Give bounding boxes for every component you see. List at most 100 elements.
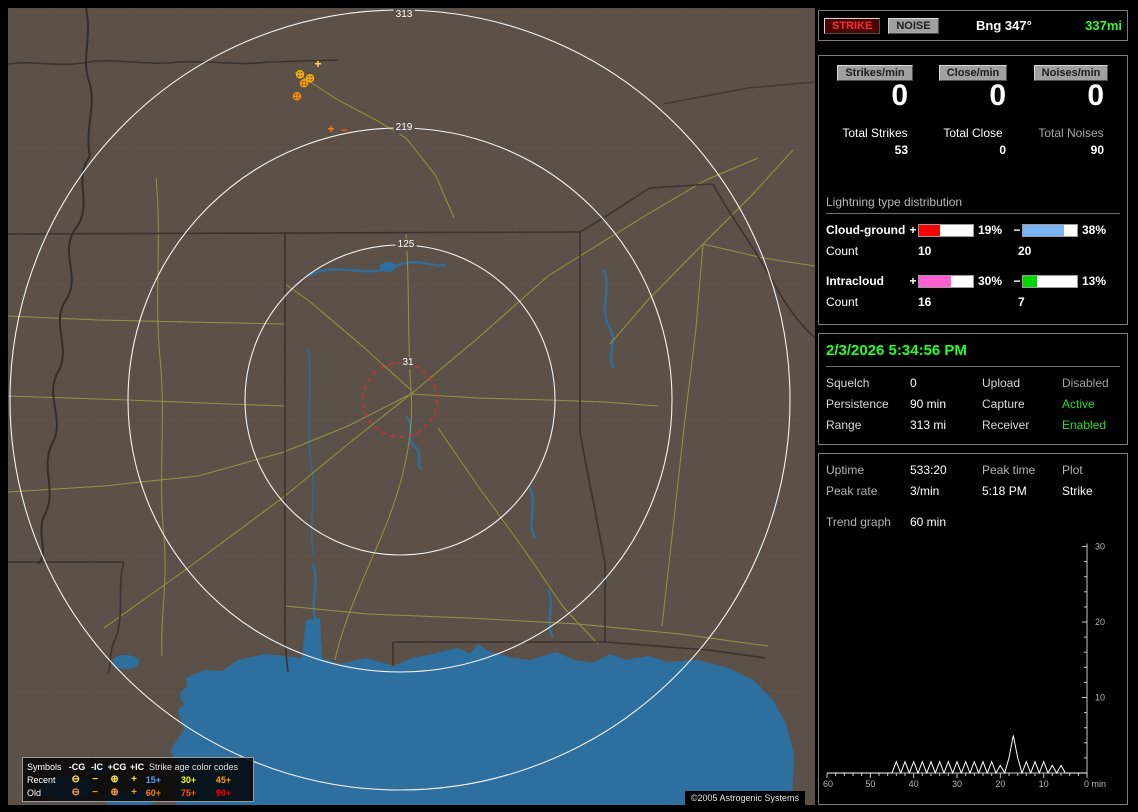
- receiver-status: Enabled: [1062, 418, 1107, 432]
- strikes-per-min-value: 0: [891, 79, 908, 112]
- svg-text:40: 40: [909, 779, 919, 789]
- legend-col-header: -CG: [68, 761, 86, 772]
- cg-plus-icon: ⊕: [110, 786, 119, 798]
- uptime-value: 533:20: [910, 463, 947, 477]
- range-ring-label: 31: [400, 357, 416, 369]
- svg-text:0 min: 0 min: [1084, 779, 1106, 789]
- plus-sign: +: [909, 274, 917, 288]
- ic-plus-icon: +: [131, 773, 137, 785]
- range-ring-label: 219: [393, 122, 415, 134]
- noise-mode-button[interactable]: NOISE: [888, 17, 939, 34]
- plot-value: Strike: [1062, 484, 1093, 498]
- capture-label: Capture: [982, 397, 1025, 411]
- bearing-value: Bng 347°: [976, 18, 1032, 33]
- ic-plus-pct: 30%: [978, 274, 1003, 288]
- close-per-min-value: 0: [989, 79, 1006, 112]
- bearing-range-value: 337mi: [1085, 18, 1122, 33]
- ic-plus-count: 16: [918, 295, 932, 309]
- cloud-ground-counts: Count 10 20: [826, 244, 1120, 258]
- peak-rate-value: 3/min: [910, 484, 940, 498]
- copyright-notice: ©2005 Astrogenic Systems: [684, 791, 805, 805]
- upload-status: Disabled: [1062, 376, 1109, 390]
- plus-sign: +: [909, 223, 917, 237]
- distribution-title: Lightning type distribution: [826, 195, 1120, 214]
- settings-panel: 2/3/2026 5:34:56 PM Squelch 0 Upload Dis…: [818, 333, 1128, 445]
- svg-text:20: 20: [995, 779, 1005, 789]
- bearing-readout: Bng 347° 337mi: [976, 18, 1122, 33]
- separator: [826, 366, 1120, 367]
- range-ring-label: 125: [395, 239, 417, 251]
- ic-plus-icon: +: [131, 786, 137, 798]
- strike-mode-button[interactable]: STRIKE: [824, 17, 881, 34]
- intracloud-row: Intracloud + 30% − 13%: [826, 274, 1120, 288]
- mode-bar: STRIKE NOISE Bng 347° 337mi: [818, 10, 1128, 41]
- range-label: Range: [826, 418, 862, 432]
- cloud-ground-row: Cloud-ground + 19% − 38%: [826, 223, 1120, 237]
- count-label: Count: [826, 295, 859, 309]
- age-code: 60+: [145, 787, 162, 798]
- trend-panel: Uptime 533:20 Peak time Plot Peak rate 3…: [818, 453, 1128, 805]
- cg-plus-bar: [918, 223, 974, 237]
- squelch-value: 0: [910, 376, 917, 390]
- strike-symbol: ⊕: [298, 76, 310, 90]
- map-legend: Symbols -CG -IC +CG +IC Strike age color…: [22, 757, 254, 802]
- minus-sign: −: [1013, 223, 1021, 237]
- cg-plus-icon: ⊕: [110, 773, 119, 785]
- total-close-label: Total Close: [943, 126, 1003, 140]
- stats-panel: Strikes/min Close/min Noises/min 0 0 0 T…: [818, 55, 1128, 325]
- legend-symbols-header: Symbols: [27, 761, 62, 772]
- cg-minus-icon: ⊖: [71, 773, 80, 785]
- svg-text:30: 30: [952, 779, 962, 789]
- cg-plus-count: 10: [918, 244, 932, 258]
- peak-rate-label: Peak rate: [826, 484, 878, 498]
- ic-minus-pct: 13%: [1082, 274, 1107, 288]
- svg-text:10: 10: [1039, 779, 1049, 789]
- age-code: 15+: [145, 774, 162, 785]
- capture-status: Active: [1062, 397, 1095, 411]
- persistence-value: 90 min: [910, 397, 947, 411]
- trend-duration-value: 60 min: [910, 515, 947, 529]
- cg-minus-pct: 38%: [1082, 223, 1107, 237]
- legend-col-header: +CG: [107, 761, 127, 772]
- age-code: 30+: [180, 774, 197, 785]
- datetime-display: 2/3/2026 5:34:56 PM: [826, 342, 967, 359]
- svg-text:60: 60: [823, 779, 833, 789]
- range-ring-label: 313: [393, 9, 415, 21]
- trend-graph-label: Trend graph: [826, 515, 891, 529]
- legend-col-header: +IC: [129, 761, 145, 772]
- plot-label: Plot: [1062, 463, 1083, 477]
- svg-text:10: 10: [1095, 693, 1105, 703]
- legend-age-header: Strike age color codes: [149, 761, 239, 772]
- trend-graph-chart: 60 50 40 30 20 10 0 min 10 20 30: [823, 542, 1106, 790]
- total-close-value: 0: [999, 143, 1006, 157]
- cg-minus-icon: ⊖: [71, 786, 80, 798]
- strike-symbol: +: [314, 57, 322, 71]
- total-noises-value: 90: [1090, 143, 1104, 157]
- intracloud-label: Intracloud: [826, 274, 885, 288]
- svg-text:20: 20: [1095, 617, 1105, 627]
- ic-minus-count: 7: [1018, 295, 1025, 309]
- peak-time-label: Peak time: [982, 463, 1036, 477]
- cg-minus-count: 20: [1018, 244, 1032, 258]
- legend-row-label: Old: [27, 787, 42, 798]
- persistence-label: Persistence: [826, 397, 889, 411]
- range-value: 313 mi: [910, 418, 947, 432]
- total-noises-label: Total Noises: [1038, 126, 1104, 140]
- cg-minus-bar: [1022, 223, 1078, 237]
- age-code: 45+: [215, 774, 232, 785]
- upload-label: Upload: [982, 376, 1021, 390]
- age-code: 90+: [215, 787, 232, 798]
- peak-time-value: 5:18 PM: [982, 484, 1027, 498]
- count-label: Count: [826, 244, 859, 258]
- strike-symbol: −: [340, 123, 348, 137]
- nexstorm-app: { "map": { "range_ring_labels": ["313", …: [0, 0, 1138, 812]
- legend-col-header: -IC: [91, 761, 103, 772]
- ic-plus-bar: [918, 274, 974, 288]
- squelch-label: Squelch: [826, 376, 870, 390]
- strike-symbol: ⊕: [291, 89, 303, 103]
- legend-row-label: Recent: [27, 774, 56, 785]
- ic-minus-icon: −: [92, 773, 99, 785]
- svg-text:50: 50: [865, 779, 875, 789]
- age-code: 75+: [180, 787, 197, 798]
- map-surface[interactable]: + ⊕ ⊕ ⊕ ⊕ + − 313 219 125 31 Symbols -CG -IC +…: [8, 8, 815, 805]
